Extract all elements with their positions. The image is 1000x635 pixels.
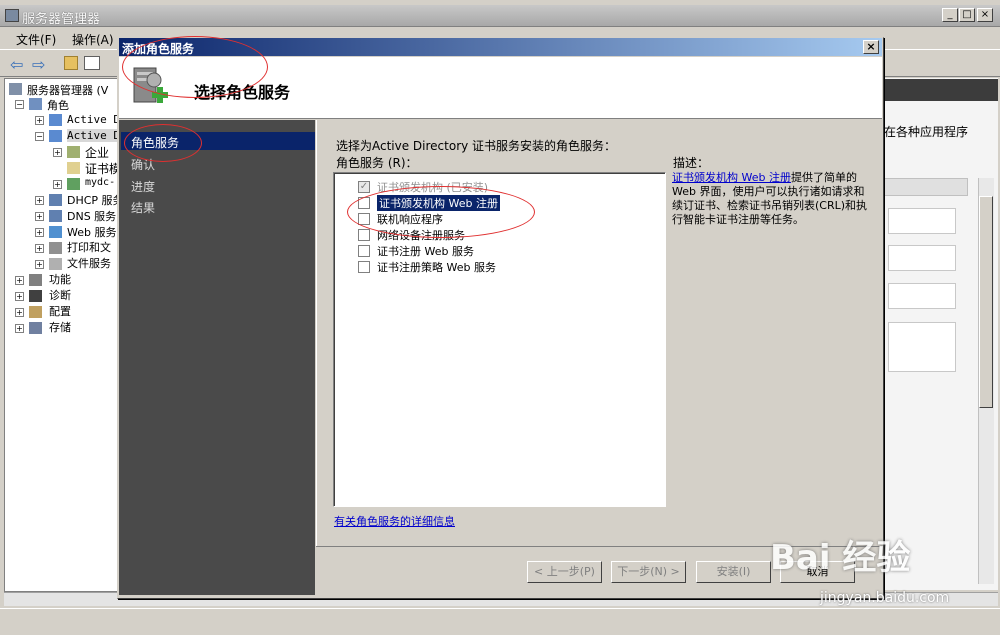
details-text: 在各种应用程序 xyxy=(884,125,969,139)
maximize-button[interactable]: □ xyxy=(959,8,975,22)
scrollbar-thumb[interactable] xyxy=(979,196,993,408)
menu-action[interactable]: 操作(A) xyxy=(72,31,114,48)
expand-ad-1-icon[interactable]: + xyxy=(35,116,44,125)
tree-item-server-manager[interactable]: 服务器管理器 (V xyxy=(27,82,108,98)
cert-template-icon xyxy=(67,162,80,174)
file-icon xyxy=(49,258,62,270)
tree-item-roles[interactable]: 角色 xyxy=(47,97,69,113)
tree-item-diagnostics[interactable]: 诊断 xyxy=(49,287,71,303)
print-icon xyxy=(49,242,62,254)
checkbox-cert-enrollment-policy-web[interactable] xyxy=(358,261,370,273)
annotation-oval-step xyxy=(124,124,202,162)
roles-icon xyxy=(29,98,42,110)
tree-item-storage[interactable]: 存储 xyxy=(49,319,71,335)
expand-config-icon[interactable]: + xyxy=(15,308,24,317)
show-tree-icon[interactable] xyxy=(84,56,100,70)
expand-features-icon[interactable]: + xyxy=(15,276,24,285)
checkbox-cert-enrollment-web[interactable] xyxy=(358,245,370,257)
minimize-button[interactable]: _ xyxy=(942,8,958,22)
expand-print-icon[interactable]: + xyxy=(35,244,44,253)
ad-icon xyxy=(49,114,62,126)
tree-item-features[interactable]: 功能 xyxy=(49,271,71,287)
details-section-header xyxy=(884,178,968,196)
web-icon xyxy=(49,226,62,238)
storage-icon xyxy=(29,322,42,334)
description-link[interactable]: 证书颁发机构 Web 注册 xyxy=(672,171,791,184)
dhcp-icon xyxy=(49,194,62,206)
ad-cs-icon xyxy=(49,130,62,142)
main-window-title: 服务器管理器 xyxy=(22,12,101,27)
collapse-ad-cs-icon[interactable]: − xyxy=(35,132,44,141)
role-services-list-label: 角色服务 (R)： xyxy=(336,156,418,170)
expand-dhcp-icon[interactable]: + xyxy=(35,196,44,205)
forward-icon[interactable]: ⇨ xyxy=(32,55,45,74)
details-box-3 xyxy=(888,283,956,309)
tree-item-mydc[interactable]: mydc- xyxy=(85,177,115,188)
up-folder-icon[interactable] xyxy=(64,56,78,70)
tree-item-file-services[interactable]: 文件服务 xyxy=(67,255,111,271)
expand-diagnostics-icon[interactable]: + xyxy=(15,292,24,301)
diagnostics-icon xyxy=(29,290,42,302)
app-icon xyxy=(5,9,19,22)
expand-file-icon[interactable]: + xyxy=(35,260,44,269)
tree-item-config[interactable]: 配置 xyxy=(49,303,71,319)
service-cert-enrollment-web-label[interactable]: 证书注册 Web 服务 xyxy=(377,243,474,259)
checkbox-ndes[interactable] xyxy=(358,229,370,241)
collapse-roles-icon[interactable]: − xyxy=(15,100,24,109)
step-progress[interactable]: 进度 xyxy=(131,178,155,195)
tree-item-enterprise[interactable]: 企业 xyxy=(85,144,109,161)
service-cert-enrollment-policy-web-label[interactable]: 证书注册策略 Web 服务 xyxy=(377,259,496,275)
checkbox-ca: ✓ xyxy=(358,181,370,193)
expand-enterprise-icon[interactable]: + xyxy=(53,148,62,157)
back-icon[interactable]: ⇦ xyxy=(10,55,23,74)
tree-item-cert-templates[interactable]: 证书模 xyxy=(85,160,117,177)
enterprise-icon xyxy=(67,146,80,158)
next-button[interactable]: 下一步(N) > xyxy=(611,561,686,583)
role-services-prompt: 选择为Active Directory 证书服务安装的角色服务： xyxy=(336,139,617,153)
ca-icon xyxy=(67,178,80,190)
annotation-oval-title xyxy=(122,36,268,98)
tree-item-ad-1[interactable]: Active D xyxy=(67,113,117,126)
status-bar xyxy=(0,608,1000,635)
expand-web-icon[interactable]: + xyxy=(35,228,44,237)
baidu-watermark-logo: Bai 经验 xyxy=(770,538,911,578)
annotation-oval-service xyxy=(347,186,535,238)
description-text: 证书颁发机构 Web 注册提供了简单的 Web 界面，使用户可以执行诸如请求和续… xyxy=(672,171,872,227)
details-box-4 xyxy=(888,322,956,372)
tree-item-print[interactable]: 打印和文 xyxy=(67,239,111,255)
dns-icon xyxy=(49,210,62,222)
expand-mydc-icon[interactable]: + xyxy=(53,180,62,189)
previous-button[interactable]: < 上一步(P) xyxy=(527,561,602,583)
description-label: 描述： xyxy=(673,156,710,170)
expand-storage-icon[interactable]: + xyxy=(15,324,24,333)
step-results[interactable]: 结果 xyxy=(131,199,155,216)
baidu-watermark-url: jingyan.baidu.com xyxy=(820,590,950,606)
dialog-close-button[interactable]: × xyxy=(863,40,879,54)
more-info-link[interactable]: 有关角色服务的详细信息 xyxy=(334,513,455,529)
config-icon xyxy=(29,306,42,318)
close-button[interactable]: × xyxy=(977,8,993,22)
details-box-2 xyxy=(888,245,956,271)
main-titlebar xyxy=(0,5,1000,27)
server-icon xyxy=(9,83,22,95)
tree-item-ad-cs[interactable]: Active D xyxy=(67,129,117,142)
features-icon xyxy=(29,274,42,286)
menu-file[interactable]: 文件(F) xyxy=(16,31,56,48)
navigation-tree[interactable]: 服务器管理器 (V − 角色 + Active D − Active D + 企… xyxy=(4,78,118,592)
expand-dns-icon[interactable]: + xyxy=(35,212,44,221)
tree-item-dns[interactable]: DNS 服务 xyxy=(67,208,116,224)
tree-item-web[interactable]: Web 服务 xyxy=(67,224,116,240)
details-box-1 xyxy=(888,208,956,234)
details-header xyxy=(880,79,998,101)
install-button[interactable]: 安装(I) xyxy=(696,561,771,583)
tree-item-dhcp[interactable]: DHCP 服务 xyxy=(67,192,117,208)
